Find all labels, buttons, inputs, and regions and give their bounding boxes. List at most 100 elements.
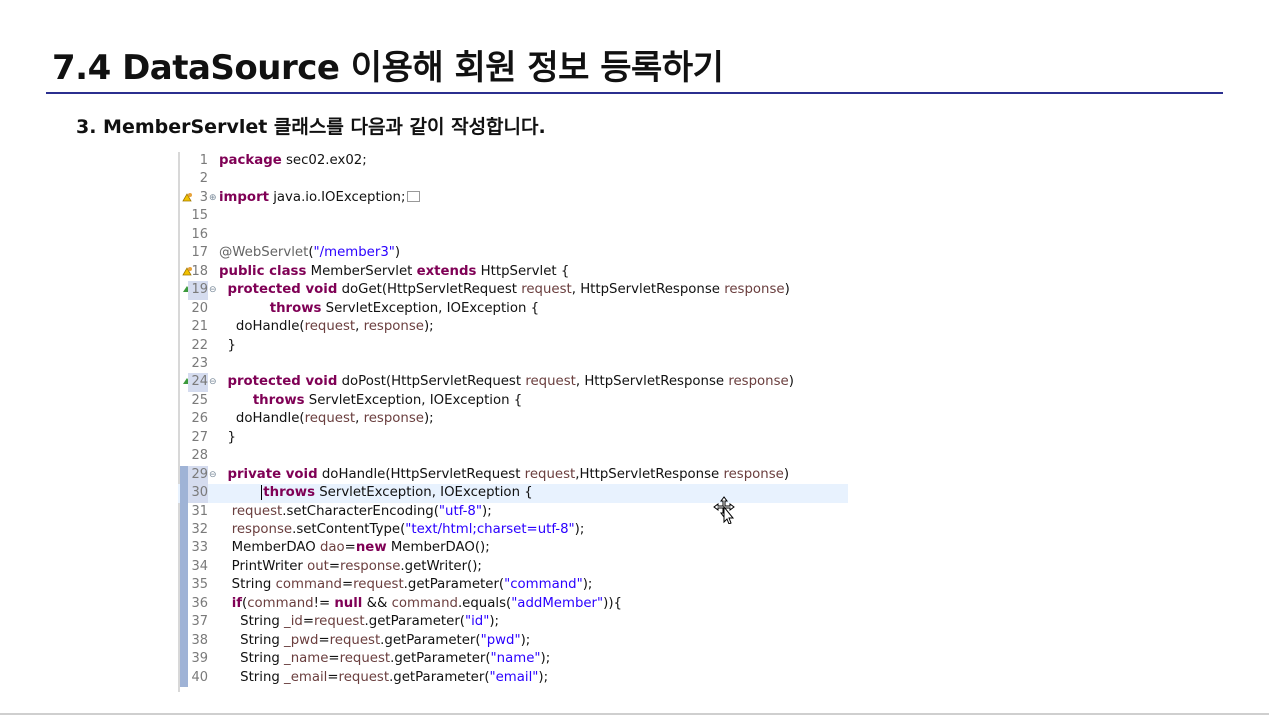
code-token: ServletException, IOException { bbox=[304, 392, 523, 408]
code-token: request bbox=[524, 466, 576, 482]
code-token: PrintWriter bbox=[219, 558, 308, 574]
code-line[interactable]: 23 bbox=[178, 355, 848, 373]
code-line[interactable]: 21 doHandle(request, response); bbox=[178, 318, 848, 336]
code-token: @WebServlet bbox=[219, 245, 309, 261]
code-line[interactable]: 15 bbox=[178, 207, 848, 225]
line-number: 30 bbox=[188, 484, 208, 503]
code-token: request bbox=[525, 374, 576, 390]
code-token: "text/html;charset=utf-8" bbox=[405, 522, 575, 537]
code-token: response bbox=[340, 558, 401, 574]
code-line[interactable]: 39 String _name=request.getParameter("na… bbox=[178, 650, 848, 669]
code-token: ); bbox=[574, 522, 585, 537]
code-line[interactable]: 34 PrintWriter out=response.getWriter(); bbox=[178, 557, 848, 577]
code-line[interactable]: 32 response.setContentType("text/html;ch… bbox=[178, 521, 848, 540]
code-token: public class bbox=[219, 263, 307, 279]
line-number: 26 bbox=[191, 411, 208, 427]
fold-collapse-icon[interactable]: ⊖ bbox=[209, 281, 217, 299]
line-number: 2 bbox=[199, 171, 208, 187]
code-line[interactable]: 18 public class MemberServlet extends Htt… bbox=[178, 263, 848, 281]
code-token: .setCharacterEncoding( bbox=[282, 503, 439, 519]
code-line[interactable]: 35 String command=request.getParameter("… bbox=[178, 576, 848, 595]
code-token: String bbox=[219, 614, 285, 630]
code-line[interactable]: 30 throws ServletException, IOException … bbox=[178, 484, 848, 503]
code-line[interactable]: 37 String _id=request.getParameter("id")… bbox=[178, 613, 848, 632]
code-text: public class MemberServlet extends HttpS… bbox=[219, 263, 569, 281]
code-token: ); bbox=[423, 319, 434, 335]
fold-collapse-icon[interactable]: ⊖ bbox=[209, 466, 217, 484]
slide-subtitle: 3. MemberServlet 클래스를 다음과 같이 작성합니다. bbox=[76, 116, 546, 138]
fold-collapse-icon[interactable]: ⊖ bbox=[209, 373, 217, 391]
code-token: ServletException, IOException { bbox=[315, 485, 533, 501]
code-token: throws bbox=[252, 392, 305, 408]
code-line[interactable]: 17 @WebServlet("/member3") bbox=[178, 244, 848, 262]
code-line[interactable]: 22 } bbox=[178, 337, 848, 355]
code-token: request bbox=[304, 319, 356, 335]
code-line[interactable]: 26 doHandle(request, response); bbox=[178, 410, 848, 428]
code-token: ) bbox=[784, 282, 790, 298]
code-text: String _name=request.getParameter("name"… bbox=[219, 650, 550, 668]
code-text: String _email=request.getParameter("emai… bbox=[219, 669, 548, 687]
code-line[interactable]: 29 ⊖ private void doHandle(HttpServletReq… bbox=[178, 465, 848, 485]
fold-expand-icon[interactable]: ⊕ bbox=[209, 189, 217, 207]
line-number: 35 bbox=[191, 577, 208, 593]
code-line[interactable]: 24 ⊖ protected void doPost(HttpServletReq… bbox=[178, 373, 848, 392]
line-number: 17 bbox=[191, 245, 208, 261]
code-line[interactable]: 33 MemberDAO dao=new MemberDAO(); bbox=[178, 539, 848, 558]
code-line[interactable]: 25 throws ServletException, IOException … bbox=[178, 392, 848, 410]
code-token: } bbox=[219, 337, 236, 353]
code-line[interactable]: 1 package sec02.ex02; bbox=[178, 152, 848, 170]
code-token: response bbox=[363, 319, 424, 335]
code-text: throws ServletException, IOException { bbox=[219, 300, 539, 318]
code-token: String bbox=[219, 632, 285, 648]
code-editor[interactable]: 1 package sec02.ex02; 2 3 ⊕ import java.io.IO… bbox=[178, 152, 848, 692]
code-token: String bbox=[219, 651, 285, 667]
code-token: command bbox=[275, 577, 342, 593]
code-line[interactable]: 19 ⊖ protected void doGet(HttpServletRequ… bbox=[178, 281, 848, 300]
change-marker-bar bbox=[180, 502, 188, 521]
code-line[interactable]: 3 ⊕ import java.io.IOException; bbox=[178, 189, 848, 207]
code-line[interactable]: 27 } bbox=[178, 429, 848, 447]
code-token: ); bbox=[540, 651, 551, 667]
code-token: "email" bbox=[489, 669, 539, 685]
code-token: } bbox=[219, 429, 236, 445]
change-marker-bar bbox=[180, 484, 188, 503]
code-line[interactable]: 40 String _email=request.getParameter("e… bbox=[178, 668, 848, 688]
code-token: , bbox=[355, 411, 364, 427]
code-text: throws ServletException, IOException { bbox=[219, 484, 533, 502]
code-text: String command=request.getParameter("com… bbox=[219, 576, 593, 594]
code-line[interactable]: 16 bbox=[178, 226, 848, 244]
code-line[interactable]: 31 request.setCharacterEncoding("utf-8")… bbox=[178, 502, 848, 521]
code-token: && bbox=[362, 595, 392, 611]
code-token: doGet(HttpServletRequest bbox=[337, 282, 522, 298]
code-token: .getParameter( bbox=[380, 632, 481, 648]
change-marker-bar bbox=[180, 613, 188, 632]
change-marker-bar bbox=[180, 557, 188, 577]
code-token: "id" bbox=[464, 614, 490, 630]
code-token: ) bbox=[394, 245, 401, 261]
code-line[interactable]: 36 if(command!= null && command.equals("… bbox=[178, 594, 848, 614]
code-token: protected void bbox=[227, 282, 338, 298]
code-token: request bbox=[231, 503, 283, 519]
code-line[interactable]: 20 throws ServletException, IOException … bbox=[178, 300, 848, 318]
code-token: , bbox=[355, 319, 364, 335]
code-token: request bbox=[521, 282, 572, 298]
line-number: 31 bbox=[191, 503, 208, 519]
code-token: = bbox=[327, 669, 339, 685]
code-token: .getParameter( bbox=[389, 669, 490, 685]
code-token: ) bbox=[783, 466, 790, 482]
slide-title: 7.4 DataSource 이용해 회원 정보 등록하기 bbox=[52, 48, 724, 88]
code-text: if(command!= null && command.equals("add… bbox=[219, 595, 622, 613]
code-line[interactable]: 2 bbox=[178, 170, 848, 188]
code-token: response bbox=[363, 411, 424, 427]
change-marker-bar bbox=[180, 539, 188, 558]
code-token: package bbox=[219, 153, 282, 168]
code-token: command bbox=[391, 595, 458, 611]
code-line[interactable]: 38 String _pwd=request.getParameter("pwd… bbox=[178, 631, 848, 651]
code-text: response.setContentType("text/html;chars… bbox=[219, 521, 585, 539]
folded-imports-box[interactable] bbox=[407, 191, 421, 203]
change-marker-bar bbox=[180, 668, 188, 688]
code-line[interactable]: 28 bbox=[178, 447, 848, 465]
